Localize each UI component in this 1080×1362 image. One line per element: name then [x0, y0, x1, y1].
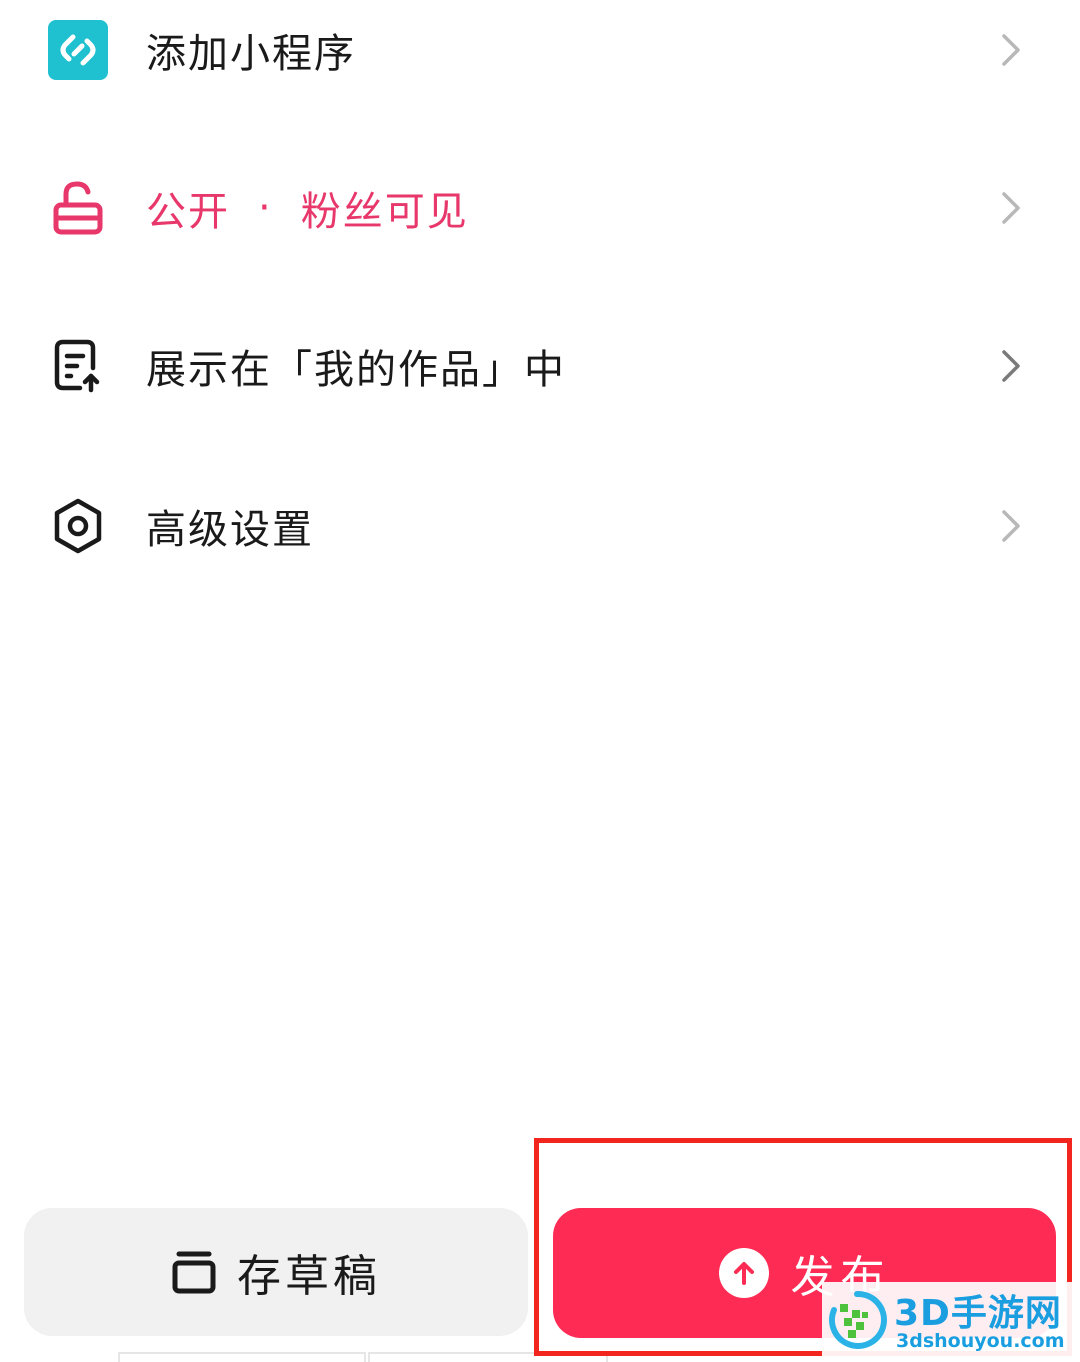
- mini-program-label: 添加小程序: [146, 31, 356, 77]
- bottom-partial-element: [118, 1352, 366, 1362]
- chevron-right-icon: [1002, 510, 1020, 542]
- settings-item-advanced[interactable]: 高级设置: [0, 451, 1080, 601]
- save-draft-button[interactable]: 存草稿: [24, 1208, 528, 1336]
- visibility-public-text: 公开: [146, 189, 230, 235]
- visibility-fans-text: 粉丝可见: [300, 189, 469, 235]
- chevron-right-icon: [1002, 34, 1020, 66]
- watermark-title: 3D手游网: [894, 1293, 1062, 1334]
- draft-box-icon: [172, 1251, 216, 1294]
- chevron-right-icon: [1002, 350, 1020, 382]
- settings-item-show-in-works[interactable]: 展示在「我的作品」中: [0, 291, 1080, 441]
- site-watermark: 3D手游网 3dshouyou.com: [822, 1282, 1080, 1360]
- watermark-logo-icon: [829, 1290, 887, 1349]
- advanced-settings-icon: [46, 494, 110, 558]
- advanced-settings-label: 高级设置: [146, 507, 314, 553]
- unlock-icon: [46, 176, 110, 240]
- chevron-right-icon: [1002, 192, 1020, 224]
- visibility-separator: ·: [258, 185, 273, 231]
- mini-program-icon: [46, 18, 110, 82]
- settings-item-visibility[interactable]: 公开 · 粉丝可见: [0, 133, 1080, 283]
- works-display-icon: [46, 334, 110, 398]
- watermark-subtitle: 3dshouyou.com: [896, 1330, 1065, 1352]
- save-draft-label: 存草稿: [237, 1251, 381, 1302]
- visibility-label: 公开 · 粉丝可见: [146, 179, 469, 237]
- settings-item-mini-program[interactable]: 添加小程序: [0, 0, 1080, 125]
- show-in-works-label: 展示在「我的作品」中: [146, 347, 566, 393]
